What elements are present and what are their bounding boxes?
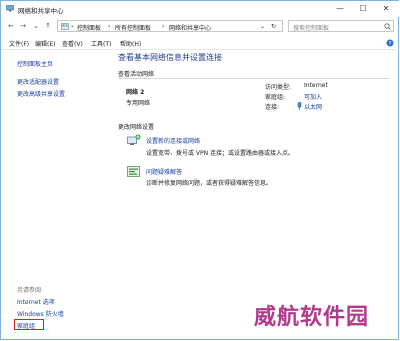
minimize-button[interactable]: — (331, 3, 349, 15)
breadcrumb-item-control-panel[interactable]: 控制面板 (77, 23, 101, 32)
up-arrow-icon[interactable]: ↑ (43, 20, 53, 32)
ethernet-icon (297, 102, 302, 110)
recent-dropdown-icon[interactable]: ⌄ (31, 20, 41, 32)
setup-new-connection-desc: 设置宽带、拨号或 VPN 连接；或设置路由器或接入点。 (146, 150, 295, 157)
troubleshoot-icon (127, 166, 140, 177)
menu-view[interactable]: 查看(V) (62, 39, 83, 48)
window-title: 网络和共享中心 (18, 7, 64, 15)
network-type: 专用网络 (126, 100, 151, 107)
search-placeholder: 搜索控制面板 (293, 25, 330, 32)
menu-file[interactable]: 文件(F) (9, 39, 29, 48)
forward-arrow-icon[interactable]: → (18, 20, 28, 32)
sidebar-item-change-adapter[interactable]: 更改适配器设置 (17, 77, 59, 86)
menu-tools[interactable]: 工具(T) (91, 39, 111, 48)
close-button[interactable]: ✕ (377, 3, 395, 15)
see-also-internet-options[interactable]: Internet 选项 (17, 297, 55, 306)
access-type-value: Internet (304, 82, 328, 89)
maximize-button[interactable]: ☐ (354, 3, 372, 15)
svg-text:?: ? (389, 41, 392, 47)
window: 网络和共享中心 — ☐ ✕ ← → ⌄ ↑ › 控制面板 › 所有控制面板 › … (0, 0, 399, 340)
access-type-label: 访问类型: (265, 84, 292, 91)
network-center-icon (6, 5, 14, 12)
setup-new-connection-link[interactable]: 设置新的连接或网络 (146, 136, 200, 145)
see-also-firewall[interactable]: Windows 防火墙 (17, 309, 64, 318)
new-connection-icon (127, 134, 141, 145)
address-bar: ← → ⌄ ↑ › 控制面板 › 所有控制面板 › 网络和共享中心 ⌄ ↻ 搜索… (1, 18, 399, 35)
troubleshoot-desc: 诊断并修复网络问题，或者获得疑难解答信息。 (146, 180, 273, 187)
breadcrumb[interactable]: › 控制面板 › 所有控制面板 › 网络和共享中心 ⌄ ↻ (57, 20, 283, 32)
change-settings-label: 更改网络设置 (118, 124, 155, 131)
search-icon[interactable] (384, 23, 391, 30)
see-also-title: 另请参阅 (17, 287, 42, 294)
address-dropdown-icon[interactable]: ⌄ (260, 23, 265, 30)
active-networks-label: 查看活动网络 (118, 71, 155, 78)
homegroup-label: 家庭组: (265, 94, 286, 101)
breadcrumb-sep-icon: › (71, 23, 74, 30)
search-input[interactable]: 搜索控制面板 (288, 20, 394, 32)
breadcrumb-item-network-center[interactable]: 网络和共享中心 (169, 23, 211, 32)
control-panel-icon (61, 23, 69, 30)
menu-help[interactable]: 帮助(H) (120, 39, 141, 48)
breadcrumb-sep-icon: › (108, 23, 111, 30)
sidebar-item-advanced-sharing[interactable]: 更改高级共享设置 (17, 89, 65, 98)
troubleshoot-link[interactable]: 问题疑难解答 (146, 167, 182, 176)
menu-bar: 文件(F) 编辑(E) 查看(V) 工具(T) 帮助(H) (1, 37, 399, 50)
page-title: 查看基本网络信息并设置连接 (118, 53, 222, 62)
breadcrumb-sep-icon: › (162, 23, 165, 30)
sidebar-item-control-panel-home[interactable]: 控制面板主页 (17, 59, 53, 68)
watermark-text: 威航软件园 (254, 304, 370, 330)
ethernet-link[interactable]: 以太网 (304, 102, 322, 111)
title-bar: 网络和共享中心 — ☐ ✕ (1, 1, 399, 17)
menu-edit[interactable]: 编辑(E) (35, 39, 55, 48)
refresh-icon[interactable]: ↻ (271, 23, 276, 30)
network-name: 网络 2 (126, 89, 145, 96)
help-icon[interactable]: ? (386, 39, 394, 47)
homegroup-highlight (14, 319, 44, 330)
connections-label: 连接: (265, 104, 280, 111)
homegroup-join-link[interactable]: 可加入 (304, 92, 322, 101)
back-arrow-icon[interactable]: ← (6, 20, 16, 32)
breadcrumb-item-all-control-panel[interactable]: 所有控制面板 (115, 23, 151, 32)
divider (118, 78, 390, 79)
